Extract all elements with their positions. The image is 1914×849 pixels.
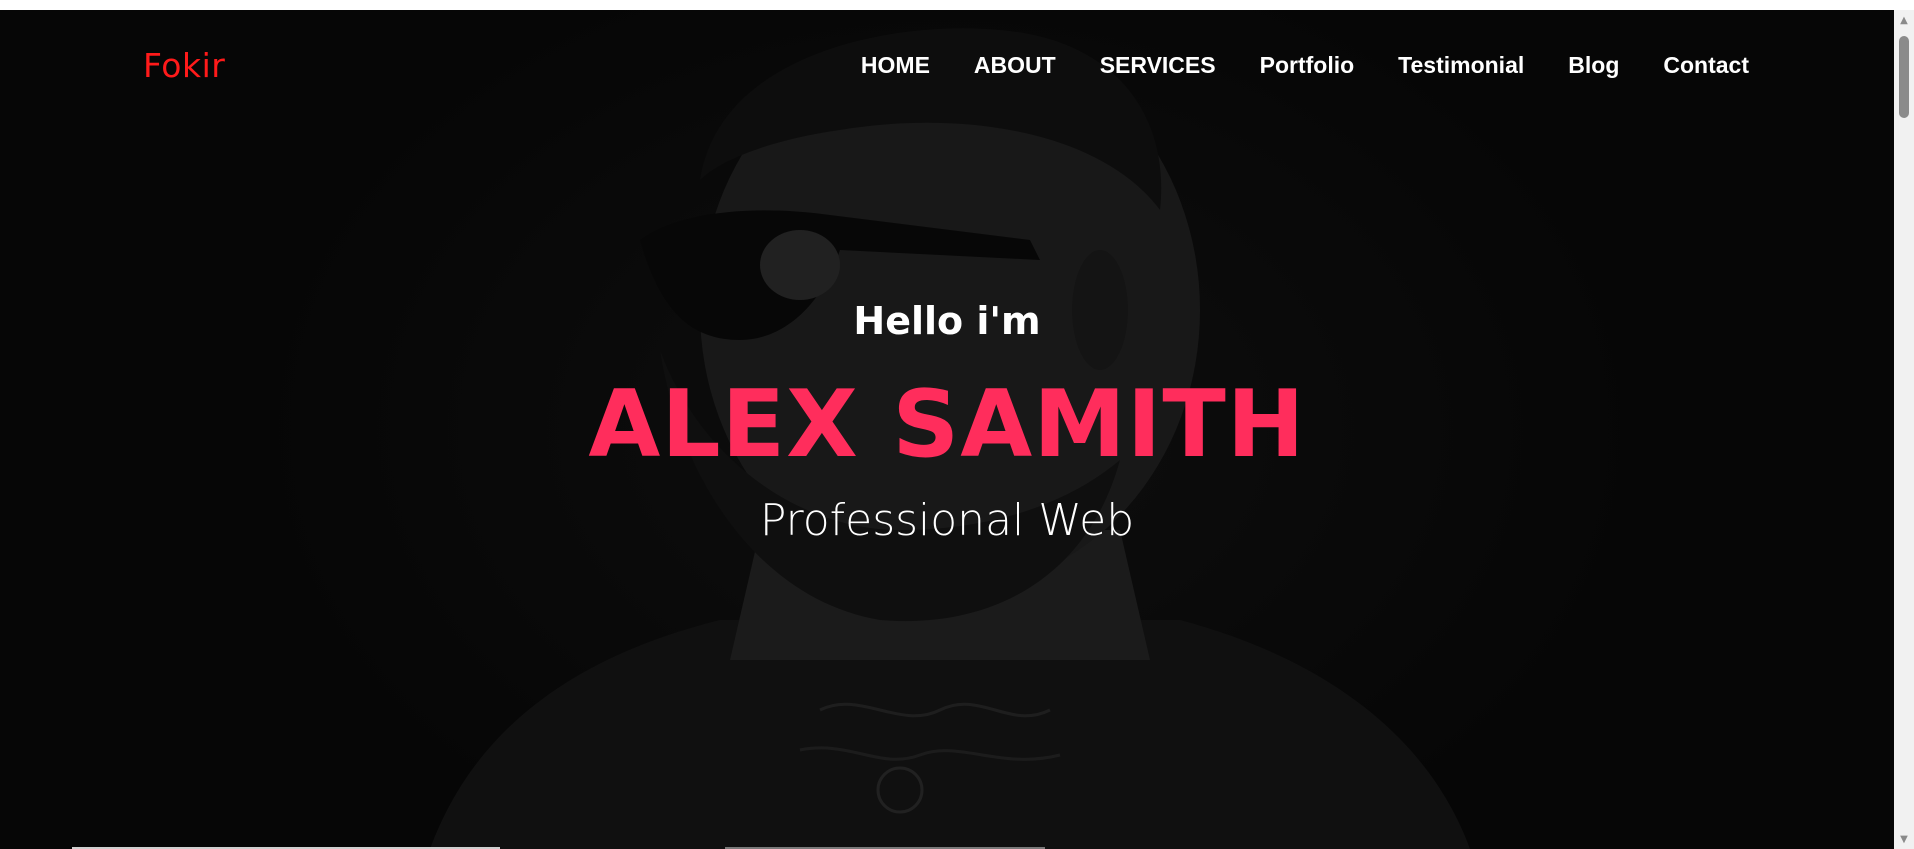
nav-item-portfolio: Portfolio [1260, 52, 1355, 79]
top-navbar: Fokir HOME ABOUT SERVICES Portfolio Test… [0, 10, 1894, 110]
nav-item-testimonial: Testimonial [1398, 52, 1524, 79]
hero-greeting: Hello i'm [853, 299, 1041, 343]
nav-link-blog[interactable]: Blog [1568, 52, 1619, 78]
nav-item-blog: Blog [1568, 52, 1619, 79]
nav-item-contact: Contact [1663, 52, 1749, 79]
nav-link-about[interactable]: ABOUT [974, 52, 1056, 78]
nav-menu: HOME ABOUT SERVICES Portfolio Testimonia… [861, 52, 1749, 79]
nav-link-home[interactable]: HOME [861, 52, 930, 78]
hero-text-block: Hello i'm ALEX SAMITH Professional Web [0, 295, 1894, 551]
nav-link-contact[interactable]: Contact [1663, 52, 1749, 78]
nav-link-testimonial[interactable]: Testimonial [1398, 52, 1524, 78]
triangle-down-icon[interactable]: ▼ [1894, 831, 1914, 847]
nav-item-about: ABOUT [974, 52, 1056, 79]
hero-name: ALEX SAMITH [588, 370, 1306, 478]
nav-item-services: SERVICES [1100, 52, 1216, 79]
hero-role: Professional Web [759, 495, 1135, 546]
nav-link-services[interactable]: SERVICES [1100, 52, 1216, 78]
nav-item-home: HOME [861, 52, 930, 79]
scrollbar-thumb[interactable] [1899, 36, 1909, 118]
nav-link-portfolio[interactable]: Portfolio [1260, 52, 1355, 78]
page-viewport: Fokir HOME ABOUT SERVICES Portfolio Test… [0, 10, 1894, 849]
vertical-scrollbar[interactable]: ▲ ▼ [1894, 10, 1914, 849]
triangle-up-icon[interactable]: ▲ [1894, 12, 1914, 28]
site-logo[interactable]: Fokir [143, 46, 225, 85]
